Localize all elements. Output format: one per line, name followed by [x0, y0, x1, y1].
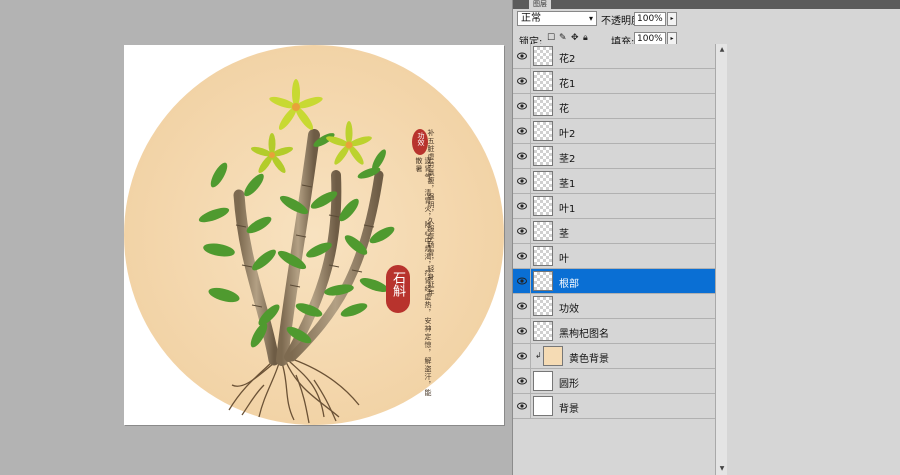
layer-row[interactable]: 茎2 — [513, 144, 715, 169]
layer-row[interactable]: 圆形 — [513, 369, 715, 394]
layer-name[interactable]: 功效 — [559, 300, 579, 315]
lock-transparent-pixels-icon[interactable]: ☐ — [547, 33, 555, 43]
lock-all-icon[interactable]: 🔒︎ — [583, 33, 588, 43]
layer-name[interactable]: 茎2 — [559, 150, 575, 165]
layer-name[interactable]: 黄色背景 — [569, 350, 609, 365]
opacity-slider-toggle[interactable]: ▸ — [667, 12, 677, 26]
layer-name[interactable]: 叶 — [559, 250, 569, 265]
layer-row[interactable]: 叶1 — [513, 194, 715, 219]
layer-thumbnail[interactable] — [533, 196, 553, 216]
layer-name[interactable]: 茎 — [559, 225, 569, 240]
visibility-eye-icon[interactable] — [513, 69, 531, 93]
layer-thumbnail[interactable] — [533, 71, 553, 91]
scroll-up-arrow-icon[interactable]: ▲ — [717, 45, 727, 55]
blend-mode-value: 正常 — [521, 13, 541, 24]
layer-thumbnail[interactable] — [533, 146, 553, 166]
layer-thumbnail[interactable] — [533, 296, 553, 316]
layer-name[interactable]: 叶1 — [559, 200, 575, 215]
small-stamp-text: 功效 — [417, 132, 425, 146]
artwork — [124, 45, 504, 425]
layer-thumbnail[interactable] — [533, 246, 553, 266]
visibility-eye-icon[interactable] — [513, 44, 531, 68]
visibility-eye-icon[interactable] — [513, 294, 531, 318]
canvas-workspace[interactable]: 功效 石斛 补五脏虚劳羸瘦，强阴，久服厚肠胃，轻身延年 逐肾气，清胃火，除心中烦… — [0, 0, 512, 475]
layer-row[interactable]: 根部 — [513, 269, 715, 294]
layer-row[interactable]: 茎 — [513, 219, 715, 244]
layer-thumbnail[interactable] — [533, 96, 553, 116]
layer-thumbnail[interactable] — [533, 171, 553, 191]
visibility-eye-icon[interactable] — [513, 269, 531, 293]
layer-row[interactable]: ↲ 黄色背景 — [513, 344, 715, 369]
visibility-eye-icon[interactable] — [513, 119, 531, 143]
visibility-eye-icon[interactable] — [513, 394, 531, 418]
layer-thumbnail[interactable] — [533, 271, 553, 291]
lock-image-pixels-icon[interactable]: ✎ — [559, 33, 567, 43]
layer-thumbnail[interactable] — [533, 121, 553, 141]
visibility-eye-icon[interactable] — [513, 169, 531, 193]
layer-name[interactable]: 茎1 — [559, 175, 575, 190]
layer-name[interactable]: 花2 — [559, 50, 575, 65]
visibility-eye-icon[interactable] — [513, 194, 531, 218]
layer-thumbnail[interactable] — [533, 46, 553, 66]
opacity-input[interactable]: 100% — [634, 12, 666, 26]
visibility-eye-icon[interactable] — [513, 244, 531, 268]
title-stamp-text: 石斛 — [390, 271, 405, 297]
layer-row[interactable]: 花 — [513, 94, 715, 119]
layer-name[interactable]: 根部 — [559, 275, 579, 290]
layer-thumbnail[interactable] — [533, 321, 553, 341]
visibility-eye-icon[interactable] — [513, 94, 531, 118]
layer-row[interactable]: 黑枸杞图名 — [513, 319, 715, 344]
visibility-eye-icon[interactable] — [513, 344, 531, 368]
layer-name[interactable]: 圆形 — [559, 375, 579, 390]
panel-header-strip — [727, 0, 900, 9]
layer-list: 花2 花1 花叶2 茎2 茎1 叶1 茎叶根部功效黑枸杞图名 ↲ 黄色背景圆形背景 — [513, 44, 715, 419]
layer-name[interactable]: 背景 — [559, 400, 579, 415]
chevron-down-icon: ▾ — [588, 14, 593, 23]
layer-name[interactable]: 花1 — [559, 75, 575, 90]
layer-name[interactable]: 叶2 — [559, 125, 575, 140]
clipping-mask-arrow-icon: ↲ — [535, 351, 542, 360]
layer-name[interactable]: 黑枸杞图名 — [559, 325, 609, 340]
layer-row[interactable]: 功效 — [513, 294, 715, 319]
layer-thumbnail[interactable] — [533, 371, 553, 391]
document-canvas[interactable]: 功效 石斛 补五脏虚劳羸瘦，强阴，久服厚肠胃，轻身延年 逐肾气，清胃火，除心中烦… — [124, 45, 504, 425]
visibility-eye-icon[interactable] — [513, 219, 531, 243]
scroll-down-arrow-icon[interactable]: ▼ — [717, 464, 727, 474]
visibility-eye-icon[interactable] — [513, 144, 531, 168]
visibility-eye-icon[interactable] — [513, 319, 531, 343]
layer-row[interactable]: 背景 — [513, 394, 715, 419]
layer-row[interactable]: 茎1 — [513, 169, 715, 194]
panel-empty-area — [727, 0, 900, 475]
layer-row[interactable]: 叶2 — [513, 119, 715, 144]
lock-position-icon[interactable]: ✥ — [571, 33, 579, 43]
layer-row[interactable]: 花1 — [513, 69, 715, 94]
layer-row[interactable]: 花2 — [513, 44, 715, 69]
layers-panel: 图层 ≡ 正常 ▾ 不透明度: 100% ▸ 锁定: ☐ ✎ ✥ 🔒︎ 填充: … — [512, 0, 900, 475]
layer-thumbnail[interactable] — [533, 221, 553, 241]
layer-thumbnail[interactable] — [533, 396, 553, 416]
visibility-eye-icon[interactable] — [513, 369, 531, 393]
blend-mode-dropdown[interactable]: 正常 ▾ — [517, 11, 597, 26]
layer-row[interactable]: 叶 — [513, 244, 715, 269]
layers-scrollbar[interactable]: ▲ ▼ — [715, 44, 727, 475]
layer-thumbnail[interactable] — [543, 346, 563, 366]
layer-name[interactable]: 花 — [559, 100, 569, 115]
layers-tab[interactable]: 图层 — [529, 0, 551, 9]
description-column-2: 逐肾气，清胃火，除心中烦渴，疗肾经虚热，安神定惊，解盗汗，能散暑 — [415, 157, 432, 397]
